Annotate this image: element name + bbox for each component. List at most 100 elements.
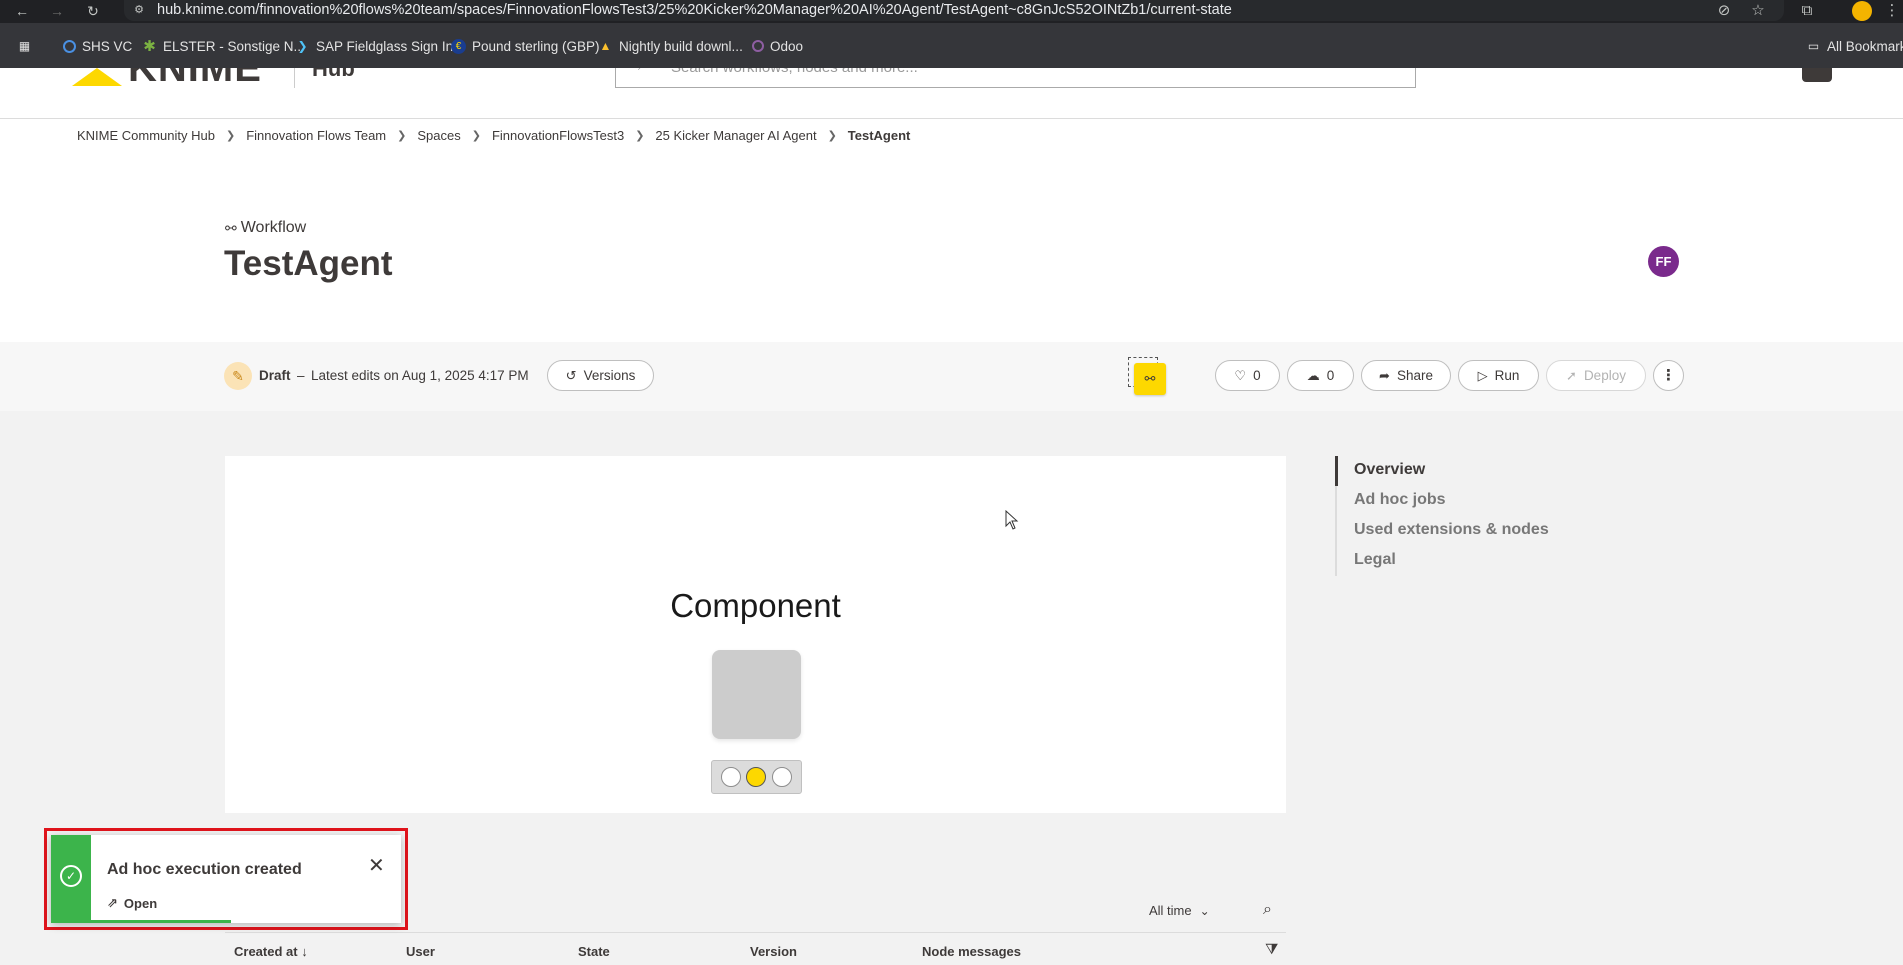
browser-profile-avatar[interactable] bbox=[1852, 1, 1872, 21]
breadcrumb-folder[interactable]: 25 Kicker Manager AI Agent bbox=[655, 128, 816, 143]
user-avatar[interactable] bbox=[1802, 68, 1832, 82]
logo-divider bbox=[294, 68, 295, 88]
url-text[interactable]: hub.knime.com/finnovation%20flows%20team… bbox=[157, 2, 1232, 18]
node-status-traffic-light bbox=[711, 760, 802, 794]
item-type: ⚯ Workflow bbox=[225, 219, 307, 236]
star-leaf-icon: ✱ bbox=[143, 37, 156, 55]
time-filter-select[interactable]: All time ⌄ bbox=[1149, 903, 1210, 918]
apps-grid-icon[interactable]: ▦ bbox=[17, 35, 32, 57]
bookmark-elster[interactable]: ✱ ELSTER - Sonstige N... bbox=[142, 35, 305, 57]
folder-icon: ▭ bbox=[1807, 38, 1820, 53]
component-title: Component bbox=[670, 587, 841, 624]
circle-icon bbox=[752, 40, 764, 52]
play-icon: ▷ bbox=[1477, 367, 1488, 383]
heart-icon: ♡ bbox=[1234, 367, 1247, 383]
cloud-download-icon: ☁ bbox=[1306, 367, 1320, 383]
knime-logo-icon bbox=[72, 68, 122, 86]
extension-node-icon: ⚯ bbox=[1134, 363, 1166, 395]
column-user[interactable]: User bbox=[406, 944, 435, 959]
extension-badge[interactable]: ⚯ bbox=[1128, 357, 1167, 396]
bookmark-sap-fieldglass[interactable]: ❯ SAP Fieldglass Sign In bbox=[295, 35, 453, 57]
bookmark-shs-vc[interactable]: SHS VC bbox=[63, 35, 132, 57]
chevron-down-icon: ⌄ bbox=[1199, 903, 1210, 918]
download-button[interactable]: ☁ 0 bbox=[1287, 360, 1354, 391]
side-nav: Overview Ad hoc jobs Used extensions & n… bbox=[1335, 456, 1549, 576]
browser-menu-icon[interactable]: ⋮ bbox=[1882, 1, 1902, 21]
jobs-table-header: Created at ↓ User State Version Node mes… bbox=[225, 932, 1286, 965]
bookmark-odoo[interactable]: Odoo bbox=[752, 35, 803, 57]
toast-open-link[interactable]: ⇗ Open bbox=[107, 895, 157, 911]
toast-progress-bar bbox=[91, 920, 231, 923]
workflow-icon: ⚯ bbox=[225, 219, 237, 236]
side-nav-overview[interactable]: Overview bbox=[1335, 456, 1549, 486]
component-node[interactable] bbox=[712, 650, 801, 739]
status-light-red bbox=[720, 767, 741, 787]
deploy-button[interactable]: ➚ Deploy bbox=[1546, 360, 1646, 391]
back-arrow-icon[interactable]: ← bbox=[12, 1, 32, 21]
chevron-right-icon: ❯ bbox=[635, 130, 645, 142]
workflow-preview-canvas[interactable]: Component bbox=[225, 456, 1286, 813]
bookmark-pound-sterling[interactable]: € Pound sterling (GBP) bbox=[451, 35, 600, 57]
column-created-at[interactable]: Created at ↓ bbox=[234, 944, 308, 959]
page-title: TestAgent bbox=[224, 244, 393, 283]
breadcrumb-spaces[interactable]: Spaces bbox=[417, 128, 460, 143]
history-icon: ↺ bbox=[565, 367, 577, 383]
breadcrumb-space[interactable]: FinnovationFlowsTest3 bbox=[492, 128, 624, 143]
extensions-icon[interactable]: ⧉ bbox=[1797, 1, 1817, 21]
filter-funnel-icon[interactable]: ⧩ bbox=[1265, 941, 1278, 958]
status-light-green bbox=[772, 767, 793, 787]
run-button[interactable]: ▷ Run bbox=[1458, 360, 1539, 391]
wrench-icon: ✎ bbox=[224, 362, 252, 390]
external-link-icon: ⇗ bbox=[107, 895, 118, 910]
all-bookmarks-folder[interactable]: ▭All Bookmarks bbox=[1806, 35, 1903, 57]
more-options-button[interactable]: ⋮ bbox=[1653, 360, 1684, 391]
bookmark-nightly-build[interactable]: ▲ Nightly build downl... bbox=[598, 35, 743, 57]
search-placeholder: Search workflows, nodes and more... bbox=[671, 68, 918, 76]
bookmark-star-icon[interactable]: ☆ bbox=[1748, 1, 1768, 21]
table-search-icon[interactable]: ⌕ bbox=[1263, 901, 1272, 919]
column-state[interactable]: State bbox=[578, 944, 610, 959]
forward-arrow-icon[interactable]: → bbox=[47, 1, 67, 21]
chevron-right-icon: ❯ bbox=[397, 130, 407, 142]
status-light-yellow bbox=[746, 767, 767, 787]
breadcrumb-current: TestAgent bbox=[847, 128, 911, 143]
owner-avatar[interactable]: FF bbox=[1648, 246, 1679, 277]
status-badge: Draft bbox=[259, 368, 291, 383]
chevron-right-icon: ❯ bbox=[471, 130, 481, 142]
sap-icon: ❯ bbox=[297, 38, 308, 53]
euro-icon: € bbox=[451, 38, 466, 54]
toast-highlight-frame: ✓ Ad hoc execution created ✕ ⇗ Open bbox=[44, 828, 408, 930]
breadcrumb-team[interactable]: Finnovation Flows Team bbox=[246, 128, 386, 143]
share-button[interactable]: ➦ Share bbox=[1361, 360, 1451, 391]
sort-down-icon: ↓ bbox=[301, 944, 308, 959]
breadcrumb: KNIME Community Hub ❯ Finnovation Flows … bbox=[77, 128, 910, 143]
breadcrumb-community-hub[interactable]: KNIME Community Hub bbox=[77, 128, 215, 143]
check-circle-icon: ✓ bbox=[60, 865, 82, 887]
site-settings-icon[interactable]: ⚙ bbox=[131, 3, 147, 17]
chevron-right-icon: ❯ bbox=[827, 130, 837, 142]
close-icon[interactable]: ✕ bbox=[368, 856, 385, 876]
search-input[interactable]: ⌕ Search workflows, nodes and more... bbox=[615, 68, 1416, 88]
column-version[interactable]: Version bbox=[750, 944, 797, 959]
latest-edits-text: Latest edits on Aug 1, 2025 4:17 PM bbox=[311, 368, 529, 383]
browser-address-bar: ← → ↻ ⚙ hub.knime.com/finnovation%20flow… bbox=[0, 0, 1903, 23]
globe-icon bbox=[63, 39, 76, 53]
like-button[interactable]: ♡ 0 bbox=[1215, 360, 1280, 391]
share-arrow-icon: ➦ bbox=[1379, 367, 1390, 383]
toast-accent-stripe: ✓ bbox=[51, 835, 91, 923]
column-node-messages[interactable]: Node messages bbox=[922, 944, 1021, 959]
side-nav-ad-hoc-jobs[interactable]: Ad hoc jobs bbox=[1337, 486, 1549, 516]
hub-logo-text: Hub bbox=[312, 68, 355, 81]
versions-button[interactable]: ↺ Versions bbox=[547, 360, 654, 391]
knime-logo[interactable]: KNIME bbox=[128, 68, 262, 91]
chevron-right-icon: ❯ bbox=[225, 130, 236, 142]
warning-triangle-icon: ▲ bbox=[599, 38, 612, 53]
search-icon: ⌕ bbox=[638, 68, 646, 74]
bookmarks-bar: ▦ SHS VC ✱ ELSTER - Sonstige N... ❯ SAP Fi… bbox=[0, 23, 1903, 68]
side-nav-legal[interactable]: Legal bbox=[1337, 546, 1549, 576]
side-nav-extensions[interactable]: Used extensions & nodes bbox=[1337, 516, 1549, 546]
camera-blocked-icon[interactable]: ⊘ bbox=[1714, 1, 1734, 21]
rocket-icon: ➚ bbox=[1566, 367, 1577, 383]
toast-notification: ✓ Ad hoc execution created ✕ ⇗ Open bbox=[51, 835, 401, 923]
reload-icon[interactable]: ↻ bbox=[83, 1, 103, 21]
